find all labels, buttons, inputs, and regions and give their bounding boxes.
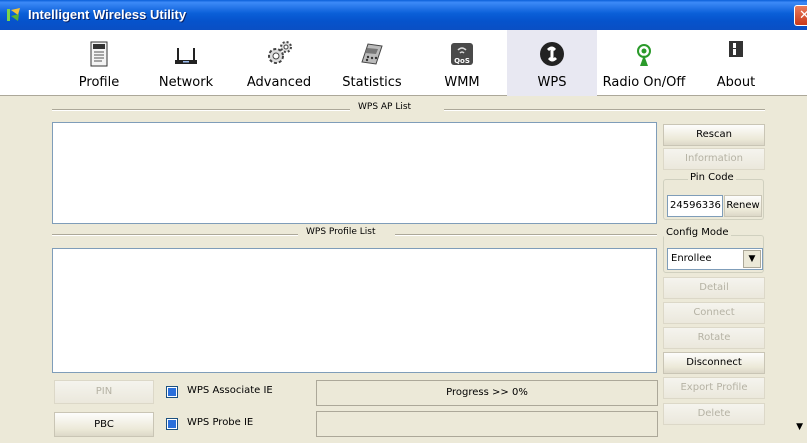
toolbar-radio-label: Radio On/Off [602, 75, 686, 90]
wps-profile-list[interactable] [52, 248, 657, 373]
rescan-button[interactable]: Rescan [663, 124, 765, 146]
toolbar-statistics-label: Statistics [342, 75, 402, 90]
export-profile-button[interactable]: Export Profile [663, 377, 765, 399]
wmm-badge-text: QoS [454, 57, 470, 65]
close-icon[interactable]: ✕ [794, 5, 807, 26]
disconnect-button[interactable]: Disconnect [663, 352, 765, 374]
renew-button[interactable]: Renew [724, 195, 762, 217]
wmm-qos-icon: QoS [451, 43, 473, 65]
toolbar-wps[interactable]: WPS [507, 30, 597, 96]
connect-button[interactable]: Connect [663, 302, 765, 324]
toolbar-about[interactable]: About [708, 30, 764, 96]
scroll-down-icon[interactable]: ▼ [796, 422, 803, 432]
window-title: Intelligent Wireless Utility [28, 7, 187, 22]
toolbar-wmm-label: WMM [444, 75, 480, 90]
wps-probe-ie-checkbox[interactable] [166, 418, 178, 430]
wps-associate-ie-label: WPS Associate IE [187, 385, 273, 396]
toolbar-profile-label: Profile [78, 75, 120, 90]
wps-probe-ie-label: WPS Probe IE [187, 417, 254, 428]
about-icon [729, 41, 743, 57]
divider [444, 109, 765, 111]
toolbar-profile[interactable]: Profile [70, 30, 128, 96]
chevron-down-icon[interactable]: ▼ [743, 250, 761, 268]
pin-code-label: Pin Code [688, 172, 736, 183]
progress-status: Progress >> 0% [316, 380, 658, 406]
toolbar-network[interactable]: Network [152, 30, 220, 96]
wps-ap-list-title: WPS AP List [358, 102, 412, 112]
app-icon [7, 8, 20, 21]
config-mode-label: Config Mode [664, 227, 731, 238]
toolbar-radio-onoff[interactable]: Radio On/Off [596, 30, 692, 96]
toolbar-advanced-label: Advanced [246, 75, 312, 90]
radio-icon [637, 44, 651, 66]
config-mode-select[interactable]: Enrollee ▼ [667, 248, 763, 270]
pbc-button[interactable]: PBC [54, 412, 154, 437]
pin-code-field[interactable]: 24596336 [667, 195, 723, 217]
main-toolbar: Profile Network Advanced Statistics QoS … [0, 30, 807, 96]
rotate-button[interactable]: Rotate [663, 327, 765, 349]
wps-icon [540, 42, 564, 66]
information-button[interactable]: Information [663, 148, 765, 170]
profile-icon [90, 41, 108, 67]
statistics-icon [361, 43, 383, 65]
pin-button[interactable]: PIN [54, 380, 154, 404]
title-bar: Intelligent Wireless Utility ✕ [0, 0, 807, 30]
toolbar-statistics[interactable]: Statistics [335, 30, 409, 96]
toolbar-wmm[interactable]: QoS WMM [435, 30, 489, 96]
wps-profile-list-title: WPS Profile List [306, 227, 376, 237]
wps-panel: WPS AP List WPS Profile List Rescan Info… [52, 96, 765, 443]
config-mode-value: Enrollee [671, 253, 712, 264]
advanced-icon [268, 41, 292, 64]
delete-button[interactable]: Delete [663, 403, 765, 425]
divider [52, 109, 350, 111]
divider [52, 234, 298, 236]
wps-ap-list[interactable] [52, 122, 657, 224]
detail-button[interactable]: Detail [663, 277, 765, 299]
wps-associate-ie-checkbox[interactable] [166, 386, 178, 398]
toolbar-advanced[interactable]: Advanced [240, 30, 318, 96]
toolbar-about-label: About [716, 75, 756, 90]
toolbar-wps-label: WPS [537, 75, 567, 90]
divider [395, 234, 657, 236]
toolbar-network-label: Network [158, 75, 214, 90]
progress-bar [316, 411, 658, 437]
network-icon [175, 48, 197, 64]
